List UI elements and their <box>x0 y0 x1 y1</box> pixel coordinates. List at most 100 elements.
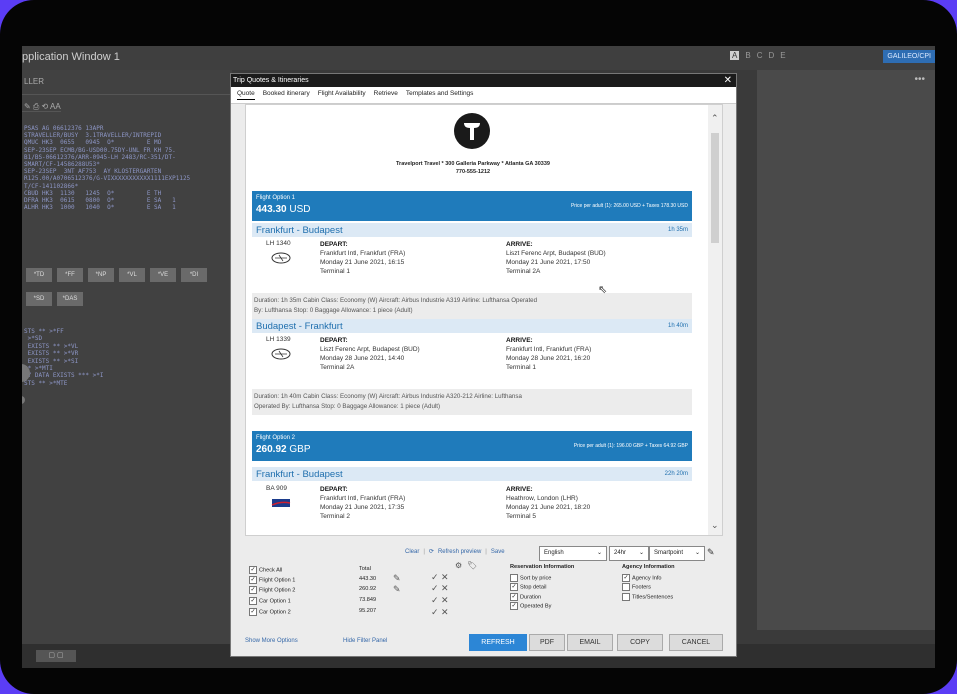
template-select[interactable]: Smartpoint ⌄ <box>649 546 705 561</box>
dialog-tabs: Quote Booked itinerary Flight Availabili… <box>231 87 736 104</box>
agency-info-column: Agency Information ✓ Agency Info Footers … <box>622 564 675 602</box>
terminal-toolbar-icons[interactable]: ✎ ⎙ ⟲ AA <box>22 102 61 112</box>
more-icon[interactable]: ••• <box>914 74 925 85</box>
dialog-title-bar: Trip Quotes & Itineraries ✕ <box>231 74 736 87</box>
leg-route-header: Frankfurt - Budapest 1h 35m <box>252 223 692 237</box>
save-link[interactable]: Save <box>491 549 505 555</box>
galileo-badge[interactable]: GALILEO/CPI <box>883 50 935 63</box>
scroll-thumb[interactable] <box>711 133 719 243</box>
tab-templates-settings[interactable]: Templates and Settings <box>406 90 474 100</box>
filter-row-flight-2[interactable]: ✓ Flight Option 2 <box>249 586 295 595</box>
preview-controls: Clear | ⟳ Refresh preview | Save <box>405 548 505 556</box>
scroll-up-icon[interactable]: ⌃ <box>711 113 719 124</box>
arrive-column: ARRIVE: Heathrow, London (LHR) Monday 21… <box>506 486 591 520</box>
lufthansa-logo-icon <box>271 348 291 360</box>
refresh-button[interactable]: REFRESH <box>469 634 527 651</box>
leg-route-header: Frankfurt - Budapest 22h 20m <box>252 467 692 481</box>
scroll-down-icon[interactable]: ⌄ <box>711 520 719 531</box>
flight-segment: BA 909 DEPART: Frankfurt Intl, Frankfurt… <box>252 483 692 531</box>
reservation-info-title: Reservation Information <box>510 564 575 570</box>
quick-button-ff[interactable]: *FF <box>57 268 83 282</box>
hide-filter-panel-link[interactable]: Hide Filter Panel <box>343 638 387 644</box>
check-all-row[interactable]: ✓ Check All <box>249 566 282 575</box>
quick-button-di[interactable]: *DI <box>181 268 207 282</box>
tab-flight-availability[interactable]: Flight Availability <box>318 90 366 100</box>
flight-option-header: Flight Option 1 443.30 USD Price per adu… <box>252 191 692 221</box>
filter-row-flight-1[interactable]: ✓ Flight Option 1 <box>249 576 295 585</box>
language-select[interactable]: English ⌄ <box>539 546 607 561</box>
show-more-options-link[interactable]: Show More Options <box>245 638 298 644</box>
price-per-adult: Price per adult (1): 265.00 USD + Taxes … <box>570 203 688 209</box>
titles-sentences-option[interactable]: Titles/Sentences <box>622 592 675 603</box>
quick-button-das[interactable]: *DAS <box>57 292 83 306</box>
flight-number: LH 1339 <box>266 336 291 343</box>
filter-total: 95.207 <box>359 608 377 614</box>
check-icon[interactable]: ✓ <box>431 583 439 594</box>
remove-icon[interactable]: ✕ <box>441 572 449 583</box>
depart-column: DEPART: Frankfurt Intl, Frankfurt (FRA) … <box>320 486 406 520</box>
operated-by-option[interactable]: ✓ Operated By <box>510 602 574 612</box>
tag-icon[interactable]: 🏷 <box>467 561 477 570</box>
terminal-quick-buttons-row1: *TD *FF *NP *VL *VE *DI <box>26 268 207 282</box>
filter-total: 443.30 <box>359 576 377 582</box>
arrive-column: ARRIVE: Liszt Ferenc Arpt, Budapest (BUD… <box>506 241 606 275</box>
edit-pen-icon[interactable]: ✎ <box>707 547 715 558</box>
check-icon[interactable]: ✓ <box>431 572 439 583</box>
quick-button-np[interactable]: *NP <box>88 268 114 282</box>
remove-icon[interactable]: ✕ <box>441 607 449 618</box>
filter-row-car-2[interactable]: ✓ Car Option 2 <box>249 608 291 617</box>
tab-booked-itinerary[interactable]: Booked itinerary <box>263 90 310 100</box>
flight-option-header: Flight Option 2 260.92 GBP Price per adu… <box>252 431 692 461</box>
option-label: Flight Option 1 <box>256 195 296 201</box>
british-airways-logo-icon <box>271 499 291 507</box>
pdf-button[interactable]: PDF <box>529 634 565 651</box>
flight-number: BA 909 <box>266 485 287 492</box>
terminal-command-history: STS ** >*FF >*SD EXISTS ** >*VL EXISTS *… <box>24 328 104 387</box>
refresh-icon[interactable]: ⟳ <box>429 548 434 555</box>
quick-button-sd[interactable]: *SD <box>26 292 52 306</box>
display-options: Reservation Information Sort by price ✓ S… <box>510 564 720 626</box>
email-button[interactable]: EMAIL <box>567 634 613 651</box>
remove-icon[interactable]: ✕ <box>441 583 449 594</box>
close-icon[interactable]: ✕ <box>724 74 732 87</box>
settings-icon[interactable]: ⚙ <box>455 561 462 570</box>
duration-option[interactable]: ✓ Duration <box>510 592 574 603</box>
edit-pen-icon[interactable]: ✎ <box>393 584 401 595</box>
agency-info-option[interactable]: ✓ Agency Info <box>622 573 675 584</box>
tab-quote[interactable]: Quote <box>237 90 255 100</box>
edit-pen-icon[interactable]: ✎ <box>393 573 401 584</box>
stop-detail-option[interactable]: ✓ Stop detail <box>510 583 574 593</box>
dialog-footer: Show More Options Hide Filter Panel REFR… <box>231 632 736 654</box>
option-filter-list: ✓ Check All Total ✓ Flight Option 1 443.30… <box>245 561 497 626</box>
leg-duration: 1h 40m <box>667 323 688 329</box>
cancel-button[interactable]: CANCEL <box>669 634 723 651</box>
leg-duration: 22h 20m <box>664 471 688 477</box>
arrive-column: ARRIVE: Frankfurt Intl, Frankfurt (FRA) … <box>506 337 592 371</box>
check-icon[interactable]: ✓ <box>431 607 439 618</box>
device-frame: pplication Window 1 A BCDE GALILEO/CPI LL… <box>0 0 957 694</box>
check-icon[interactable]: ✓ <box>431 595 439 606</box>
reservation-info-column: Reservation Information Sort by price ✓ S… <box>510 564 574 612</box>
depart-column: DEPART: Liszt Ferenc Arpt, Budapest (BUD… <box>320 337 420 371</box>
agency-info-title: Agency Information <box>622 564 675 570</box>
remove-icon[interactable]: ✕ <box>441 595 449 606</box>
clear-link[interactable]: Clear <box>405 549 419 555</box>
lufthansa-logo-icon <box>271 252 291 264</box>
copy-button[interactable]: COPY <box>617 634 663 651</box>
filter-row-car-1[interactable]: ✓ Car Option 1 <box>249 597 291 606</box>
leg-route: Frankfurt - Budapest <box>256 225 343 236</box>
preview-scrollbar[interactable]: ⌃ ⌄ <box>708 105 722 535</box>
footers-option[interactable]: Footers <box>622 583 675 593</box>
time-format-select[interactable]: 24hr ⌄ <box>609 546 649 561</box>
dialog-title: Trip Quotes & Itineraries <box>233 77 309 84</box>
quick-button-ve[interactable]: *VE <box>150 268 176 282</box>
tab-retrieve[interactable]: Retrieve <box>374 90 398 100</box>
quick-button-vl[interactable]: *VL <box>119 268 145 282</box>
terminal-letter-tabs[interactable]: A BCDE <box>730 51 792 60</box>
quick-button-td[interactable]: *TD <box>26 268 52 282</box>
refresh-preview-link[interactable]: Refresh preview <box>438 549 481 555</box>
bottom-tab[interactable]: ▢ ▢ <box>36 650 76 662</box>
sort-by-price-option[interactable]: Sort by price <box>510 573 574 584</box>
option-price: 443.30 USD <box>256 204 311 215</box>
right-background-panel: ••• <box>757 70 935 630</box>
